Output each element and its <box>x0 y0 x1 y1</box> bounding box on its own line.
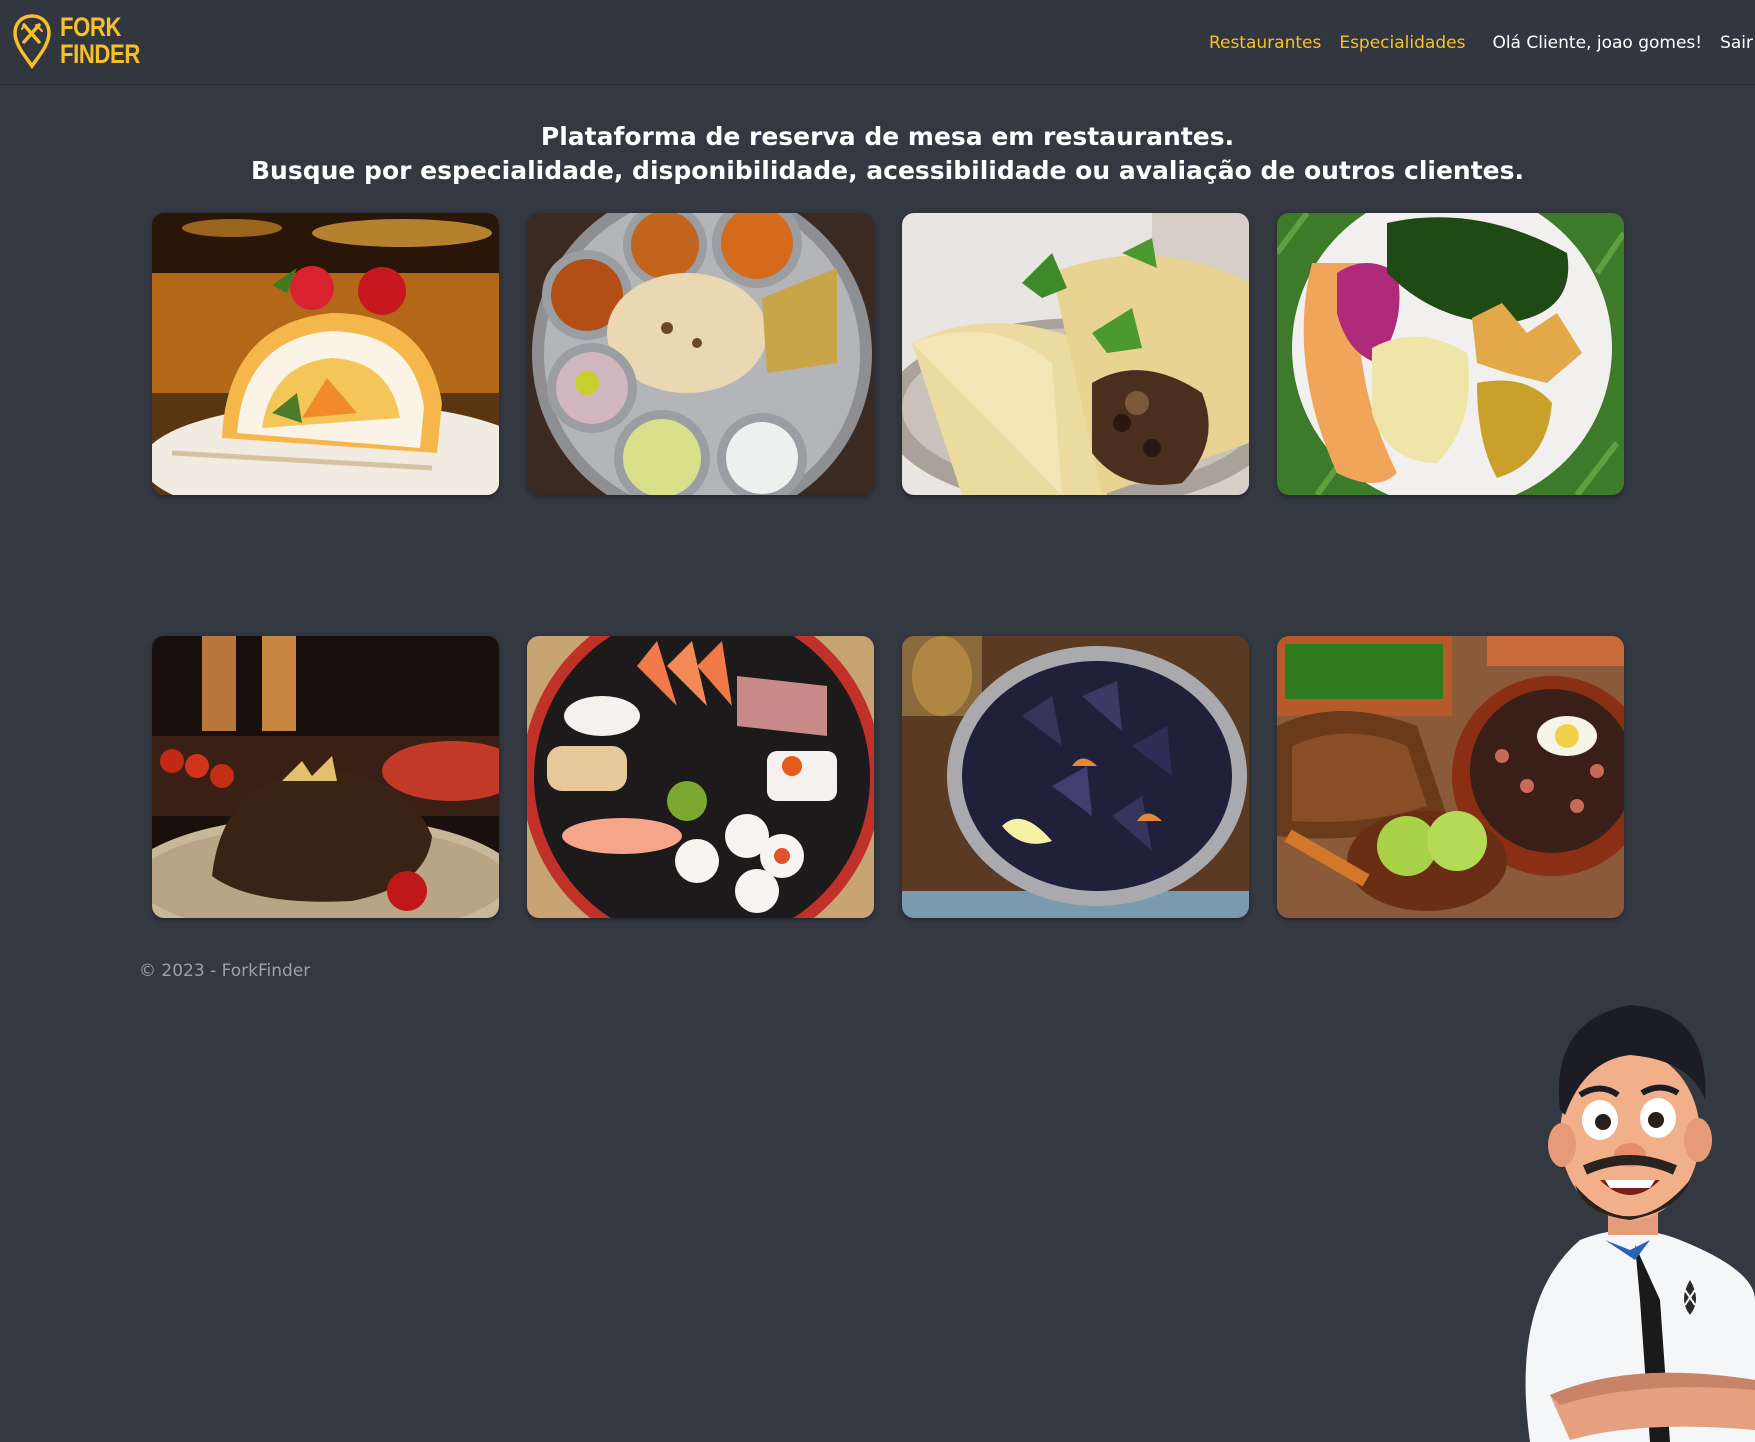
tacos-image <box>902 213 1249 495</box>
chef-mascot-illustration <box>1525 1005 1755 1442</box>
hero-headline: Plataforma de reserva de mesa em restaur… <box>0 120 1755 188</box>
sushi-image <box>527 636 874 918</box>
specialty-card-vegan[interactable] <box>1277 213 1624 495</box>
footer-copyright: © 2023 - ForkFinder <box>139 961 311 981</box>
dessert-image <box>152 213 499 495</box>
brand-line-1: FORK <box>60 12 122 42</box>
brand-line-2: FINDER <box>60 39 140 69</box>
vegan-plate-image <box>1277 213 1624 495</box>
hero-line-2: Busque por especialidade, disponibilidad… <box>250 156 1525 185</box>
mussels-image <box>902 636 1249 918</box>
user-greeting: Olá Cliente, joao gomes! <box>1492 33 1703 53</box>
feijoada-image <box>1277 636 1624 918</box>
specialty-card-dessert[interactable] <box>152 213 499 495</box>
logout-link[interactable]: Sair <box>1720 33 1753 53</box>
nav-restaurants-link[interactable]: Restaurantes <box>1209 33 1321 53</box>
nav-specialties-link[interactable]: Especialidades <box>1339 33 1465 53</box>
navbar: FORK FINDER Restaurantes Especialidades … <box>0 0 1755 84</box>
specialty-card-arabic[interactable] <box>152 636 499 918</box>
specialty-card-indian[interactable] <box>527 213 874 495</box>
indian-thali-image <box>527 213 874 495</box>
specialty-card-seafood[interactable] <box>902 636 1249 918</box>
fork-pin-icon <box>13 14 51 69</box>
specialty-card-mexican[interactable] <box>902 213 1249 495</box>
arabic-lamb-image <box>152 636 499 918</box>
specialty-card-brazilian[interactable] <box>1277 636 1624 918</box>
specialty-card-japanese[interactable] <box>527 636 874 918</box>
chef-mascot <box>1510 1000 1755 1442</box>
nav-links: Restaurantes Especialidades Olá Cliente,… <box>1209 28 1755 58</box>
brand-name: FORK FINDER <box>60 14 140 68</box>
brand-logo[interactable]: FORK FINDER <box>12 12 158 70</box>
specialty-grid <box>152 213 1624 918</box>
hero-line-1: Plataforma de reserva de mesa em restaur… <box>540 122 1235 151</box>
